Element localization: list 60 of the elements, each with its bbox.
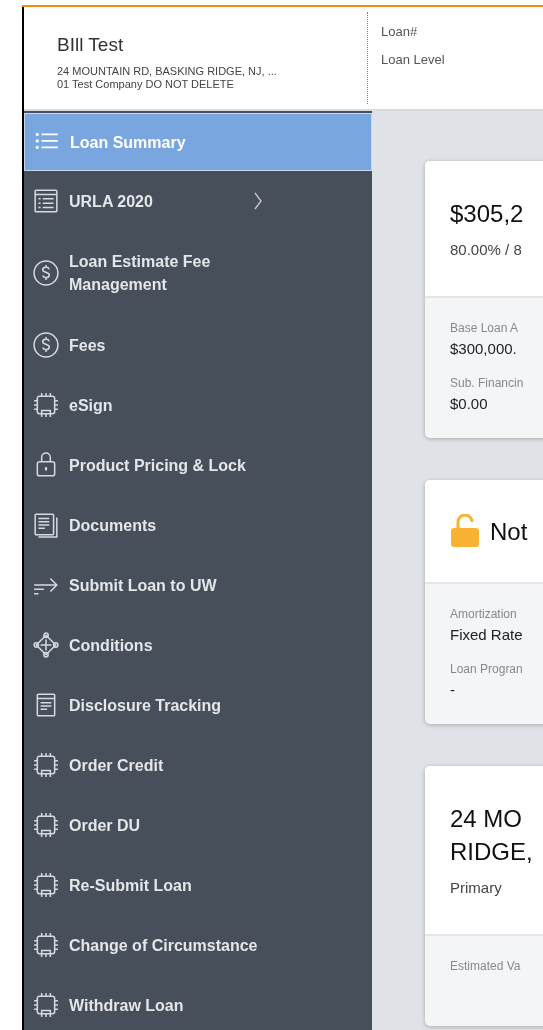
sidebar-item[interactable]: eSign bbox=[24, 375, 372, 435]
item-label: eSign bbox=[69, 395, 114, 416]
sidebar-item[interactable]: Order Credit bbox=[24, 735, 372, 795]
field-label: Amortization bbox=[450, 606, 518, 622]
item-label: Submit Loan to UW bbox=[69, 575, 218, 596]
item-label: Order Credit bbox=[69, 755, 165, 776]
card-title: $305,2 bbox=[450, 199, 524, 229]
field-value: $0.00 bbox=[450, 394, 489, 414]
sidebar-item[interactable]: Product Pricing & Lock bbox=[24, 435, 372, 495]
item-label: URLA 2020 bbox=[69, 191, 154, 212]
item-label: Fees bbox=[69, 335, 107, 356]
item-label: Conditions bbox=[69, 635, 154, 656]
company-name: 01 Test Company DO NOT DELETE bbox=[57, 78, 235, 91]
item-label: Disclosure Tracking bbox=[69, 695, 223, 716]
card-subtitle: 80.00% / 8 bbox=[450, 240, 523, 260]
item-label: Product Pricing & Lock bbox=[69, 455, 247, 476]
chip-icon bbox=[33, 992, 59, 1018]
sidebar-item[interactable]: Change of Circumstance bbox=[24, 915, 372, 975]
item-label: Loan Summary bbox=[70, 132, 187, 153]
network-icon bbox=[33, 632, 59, 658]
borrower-name: BIll Test bbox=[57, 33, 125, 57]
field-label: Loan# bbox=[381, 23, 419, 41]
sidebar-item[interactable]: Re-Submit Loan bbox=[24, 855, 372, 915]
field-label: Loan Level bbox=[381, 51, 445, 69]
dollar-icon bbox=[33, 332, 59, 358]
dollar-icon bbox=[33, 260, 59, 286]
item-label: Order DU bbox=[69, 815, 142, 836]
sidebar-item[interactable]: Disclosure Tracking bbox=[24, 675, 372, 735]
sidebar-item[interactable]: Fees bbox=[24, 315, 372, 375]
sidebar-item[interactable]: Loan Estimate Fee Management bbox=[24, 231, 372, 315]
item-label: Withdraw Loan bbox=[69, 995, 185, 1016]
form-icon bbox=[33, 188, 59, 214]
field-label: Estimated Va bbox=[450, 958, 522, 974]
field-label: Sub. Financin bbox=[450, 375, 525, 391]
chip-icon bbox=[33, 752, 59, 778]
chip-icon bbox=[33, 392, 59, 418]
chip-icon bbox=[33, 932, 59, 958]
item-label: Change of Circumstance bbox=[69, 935, 259, 956]
chip-icon bbox=[33, 872, 59, 898]
card-subtitle: Primary bbox=[450, 878, 503, 898]
sidebar-item[interactable]: URLA 2020 bbox=[24, 171, 372, 231]
documents-icon bbox=[33, 512, 59, 538]
field-label: Base Loan A bbox=[450, 320, 520, 336]
unlocked-padlock-icon bbox=[450, 514, 480, 548]
sidebar-item[interactable]: Submit Loan to UW bbox=[24, 555, 372, 615]
field-value: - bbox=[450, 680, 456, 700]
item-label: Loan Estimate Fee Management bbox=[69, 252, 212, 295]
sidebar-item[interactable]: Withdraw Loan bbox=[24, 975, 372, 1030]
card-title: Not bbox=[490, 516, 528, 547]
sidebar-item[interactable]: Order DU bbox=[24, 795, 372, 855]
field-value: $300,000. bbox=[450, 339, 518, 359]
field-value: Fixed Rate bbox=[450, 625, 524, 645]
sidebar-item[interactable]: Conditions bbox=[24, 615, 372, 675]
item-label: Re-Submit Loan bbox=[69, 875, 193, 896]
card-title: 24 MO RIDGE, bbox=[450, 804, 533, 867]
field-label: Loan Progran bbox=[450, 661, 524, 677]
item-label: Documents bbox=[69, 515, 158, 536]
property-address: 24 MOUNTAIN RD, BASKING RIDGE, NJ, ... bbox=[57, 65, 278, 78]
chip-icon bbox=[33, 812, 59, 838]
sidebar-item[interactable]: Documents bbox=[24, 495, 372, 555]
